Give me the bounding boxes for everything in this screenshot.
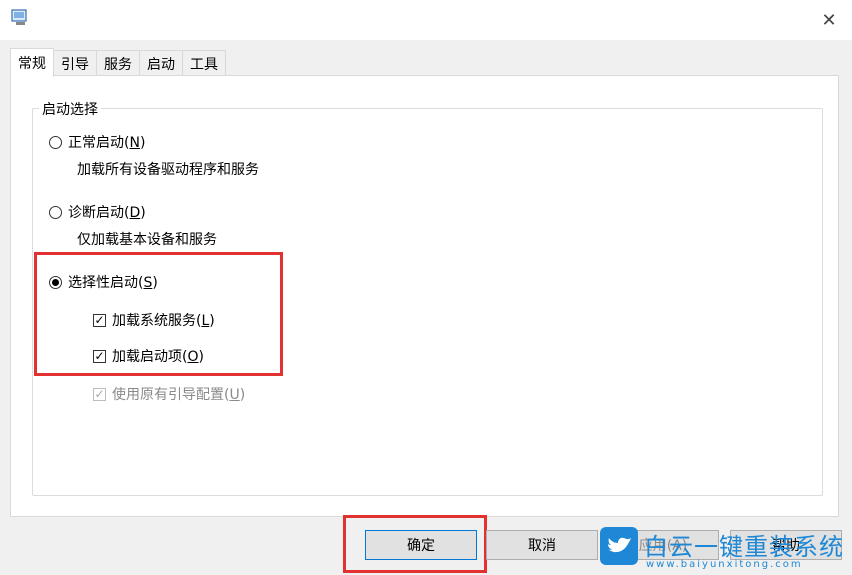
ok-button[interactable]: 确定 [365, 530, 477, 560]
radio-unchecked-icon[interactable] [49, 205, 62, 219]
tab-services[interactable]: 服务 [96, 50, 140, 76]
checkbox-checked-disabled-icon: ✓ [93, 387, 106, 401]
diagnostic-startup-label: 诊断启动(D) [68, 205, 146, 221]
tab-startup[interactable]: 启动 [139, 50, 183, 76]
use-original-boot-config-checkbox: ✓ 使用原有引导配置(U) [93, 384, 245, 404]
diagnostic-startup-radio[interactable]: 诊断启动(D) [49, 202, 146, 222]
watermark: 白云一键重装系统 www.baiyunxitong.com [600, 525, 852, 575]
bird-logo-icon [600, 527, 638, 565]
system-config-icon [11, 9, 27, 25]
cancel-button[interactable]: 取消 [486, 530, 598, 560]
highlight-box-selective [34, 252, 283, 376]
close-icon[interactable]: ✕ [816, 7, 842, 33]
tab-bar: 常规 引导 服务 启动 工具 [10, 48, 226, 77]
normal-startup-label: 正常启动(N) [68, 135, 146, 151]
watermark-text: 白云一键重装系统 [644, 533, 844, 561]
watermark-url: www.baiyunxitong.com [646, 559, 803, 570]
title-bar: ✕ [0, 0, 852, 40]
tab-general[interactable]: 常规 [10, 48, 54, 77]
normal-startup-desc: 加载所有设备驱动程序和服务 [77, 162, 259, 178]
tab-boot[interactable]: 引导 [53, 50, 97, 76]
normal-startup-radio[interactable]: 正常启动(N) [49, 132, 145, 152]
group-title: 启动选择 [39, 99, 101, 119]
use-original-boot-config-label: 使用原有引导配置(U) [112, 387, 246, 403]
diagnostic-startup-desc: 仅加载基本设备和服务 [77, 232, 217, 248]
radio-unchecked-icon[interactable] [49, 135, 62, 149]
tab-tools[interactable]: 工具 [182, 50, 226, 76]
